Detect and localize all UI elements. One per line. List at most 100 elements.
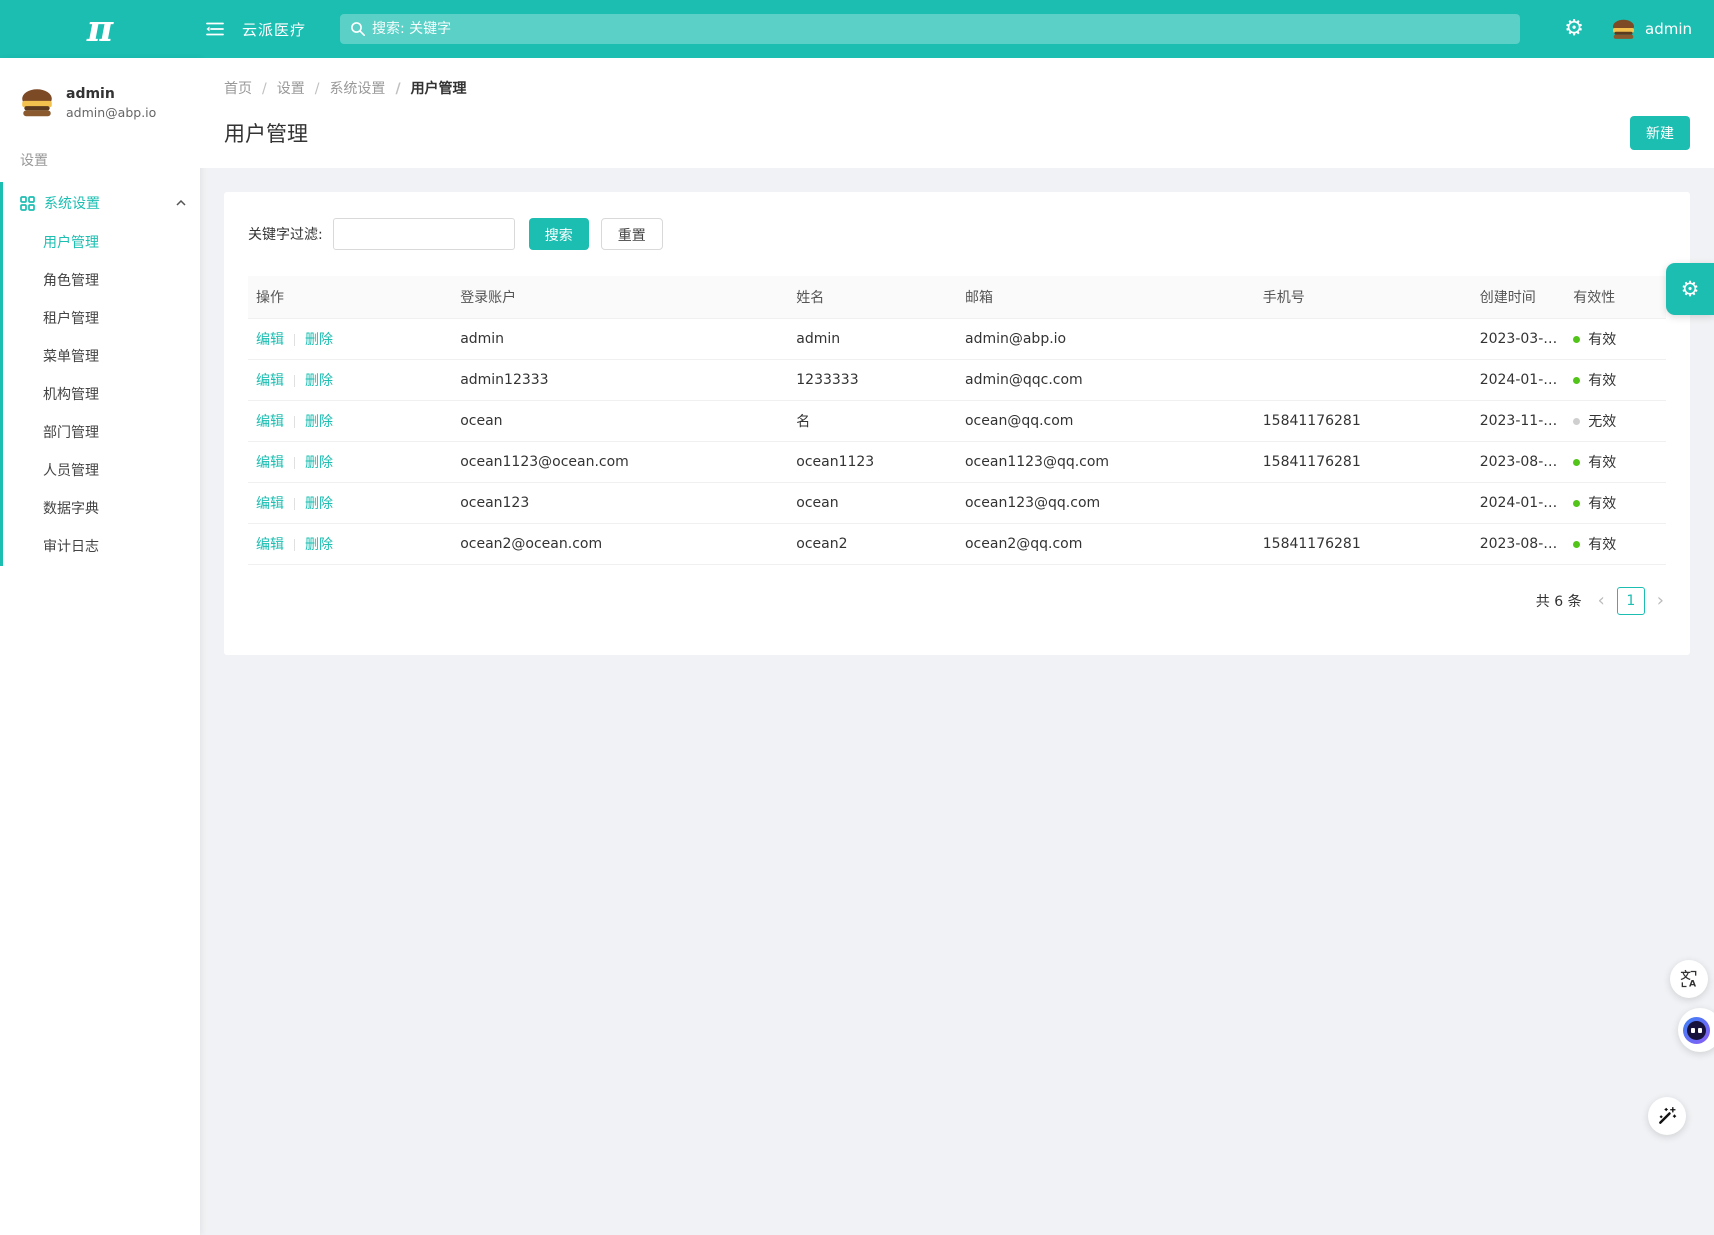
cell-account: ocean xyxy=(452,401,788,442)
edit-link[interactable]: 编辑 xyxy=(256,455,284,471)
edit-link[interactable]: 编辑 xyxy=(256,496,284,512)
cell-email: ocean2@qq.com xyxy=(957,524,1255,565)
global-search xyxy=(340,14,1520,44)
sidebar-menu-item[interactable]: 租户管理 xyxy=(3,300,200,338)
menu-fold-icon[interactable] xyxy=(206,21,224,37)
brand-logo[interactable]: π xyxy=(0,0,200,58)
edit-link[interactable]: 编辑 xyxy=(256,537,284,553)
edit-link[interactable]: 编辑 xyxy=(256,414,284,430)
status-dot xyxy=(1573,541,1580,548)
row-actions: 编辑 删除 xyxy=(248,401,452,442)
cell-phone: 15841176281 xyxy=(1255,524,1472,565)
breadcrumb-item[interactable]: 首页 xyxy=(224,78,252,98)
status-label: 有效 xyxy=(1588,373,1616,389)
breadcrumb: 首页 设置 系统设置 用户管理 xyxy=(224,78,1690,98)
magic-wand-button[interactable] xyxy=(1648,1097,1686,1135)
cell-name: ocean xyxy=(788,483,957,524)
cell-name: admin xyxy=(788,319,957,360)
delete-link[interactable]: 删除 xyxy=(305,332,333,348)
cell-status: 有效 xyxy=(1565,483,1666,524)
action-divider xyxy=(294,375,295,387)
global-search-input[interactable] xyxy=(340,14,1520,44)
svg-text:A: A xyxy=(1689,979,1697,990)
sidebar-menu-item[interactable]: 数据字典 xyxy=(3,490,200,528)
translate-button[interactable]: 文 A xyxy=(1670,960,1708,998)
status-label: 有效 xyxy=(1588,537,1616,553)
magic-wand-icon xyxy=(1657,1106,1677,1126)
theme-settings-button[interactable]: ⚙ xyxy=(1666,263,1714,315)
sidebar-menu-item[interactable]: 机构管理 xyxy=(3,376,200,414)
breadcrumb-item[interactable]: 系统设置 xyxy=(305,78,386,98)
row-actions: 编辑 删除 xyxy=(248,483,452,524)
breadcrumb-item[interactable]: 设置 xyxy=(252,78,305,98)
chevron-up-icon xyxy=(176,200,186,206)
cell-phone xyxy=(1255,483,1472,524)
cell-phone xyxy=(1255,360,1472,401)
menu-fold-glyph xyxy=(206,21,224,37)
keyword-filter-input[interactable] xyxy=(333,218,515,250)
app-title: 云派医疗 xyxy=(242,19,306,40)
cell-phone: 15841176281 xyxy=(1255,442,1472,483)
table-column-header: 姓名 xyxy=(788,276,957,319)
page-number-1[interactable]: 1 xyxy=(1617,587,1645,615)
status-dot xyxy=(1573,500,1580,507)
prev-page-icon[interactable]: ‹ xyxy=(1596,592,1607,610)
sidebar-menu-item[interactable]: 人员管理 xyxy=(3,452,200,490)
assistant-button[interactable] xyxy=(1678,1008,1714,1052)
page-header: 首页 设置 系统设置 用户管理 用户管理 新建 xyxy=(200,58,1714,168)
status-dot xyxy=(1573,377,1580,384)
status-label: 有效 xyxy=(1588,455,1616,471)
table-row: 编辑删除 admin admin admin@abp.io 2023-03-28… xyxy=(248,319,1666,360)
new-button[interactable]: 新建 xyxy=(1630,116,1690,150)
user-menu[interactable]: admin xyxy=(1610,16,1692,43)
gear-icon[interactable]: ⚙ xyxy=(1564,18,1584,40)
row-actions: 编辑 删除 xyxy=(248,442,452,483)
table-column-header: 创建时间 xyxy=(1472,276,1566,319)
delete-link[interactable]: 删除 xyxy=(305,373,333,389)
cell-created: 2024-01-16 xyxy=(1472,360,1566,401)
sidebar-menu-item[interactable]: 用户管理 xyxy=(3,224,200,262)
cell-name: 名 xyxy=(788,401,957,442)
edit-link[interactable]: 编辑 xyxy=(256,373,284,389)
delete-link[interactable]: 删除 xyxy=(305,414,333,430)
topbar: π 云派医疗 ⚙ admin xyxy=(0,0,1714,58)
status-label: 有效 xyxy=(1588,496,1616,512)
search-button[interactable]: 搜索 xyxy=(529,218,589,250)
filter-label: 关键字过滤: xyxy=(248,224,323,244)
users-table: 操作 登录账户 姓名 邮箱 手机号 创建时间 有效性 编辑删除 admin ad… xyxy=(248,276,1666,565)
sidebar-menu-item[interactable]: 部门管理 xyxy=(3,414,200,452)
edit-link[interactable]: 编辑 xyxy=(256,332,284,348)
cell-phone: 15841176281 xyxy=(1255,401,1472,442)
cell-account: ocean123 xyxy=(452,483,788,524)
status-dot xyxy=(1573,418,1580,425)
delete-link[interactable]: 删除 xyxy=(305,496,333,512)
content: 关键字过滤: 搜索 重置 操作 登录账户 姓名 邮箱 手机号 创建时间 有效性 … xyxy=(200,168,1714,1235)
row-actions: 编辑 删除 xyxy=(248,524,452,565)
table-column-header: 有效性 xyxy=(1565,276,1666,319)
sidebar-menu-item[interactable]: 审计日志 xyxy=(3,528,200,566)
sidebar-menu-item[interactable]: 菜单管理 xyxy=(3,338,200,376)
username-label: admin xyxy=(1645,20,1692,38)
cell-created: 2023-08-13 xyxy=(1472,524,1566,565)
grid-icon xyxy=(20,196,35,211)
sidebar-group-system-settings[interactable]: 系统设置 xyxy=(3,182,200,224)
cell-phone xyxy=(1255,319,1472,360)
delete-link[interactable]: 删除 xyxy=(305,455,333,471)
sidebar-menu-item[interactable]: 角色管理 xyxy=(3,262,200,300)
table-row: 编辑删除 ocean123 ocean ocean123@qq.com 2024… xyxy=(248,483,1666,524)
next-page-icon[interactable]: › xyxy=(1655,592,1666,610)
sidebar-user-card: admin admin@abp.io xyxy=(0,58,200,140)
brand-glyph: π xyxy=(87,8,113,50)
action-divider xyxy=(294,334,295,346)
table-column-header: 手机号 xyxy=(1255,276,1472,319)
breadcrumb-item[interactable]: 用户管理 xyxy=(385,78,466,98)
sidebar: admin admin@abp.io 设置 系统设置 xyxy=(0,58,200,1235)
delete-link[interactable]: 删除 xyxy=(305,537,333,553)
reset-button[interactable]: 重置 xyxy=(601,218,663,250)
cell-email: ocean1123@qq.com xyxy=(957,442,1255,483)
table-column-header: 邮箱 xyxy=(957,276,1255,319)
sidebar-user-email: admin@abp.io xyxy=(66,105,156,120)
cell-status: 有效 xyxy=(1565,360,1666,401)
cell-name: 1233333 xyxy=(788,360,957,401)
cell-name: ocean1123 xyxy=(788,442,957,483)
